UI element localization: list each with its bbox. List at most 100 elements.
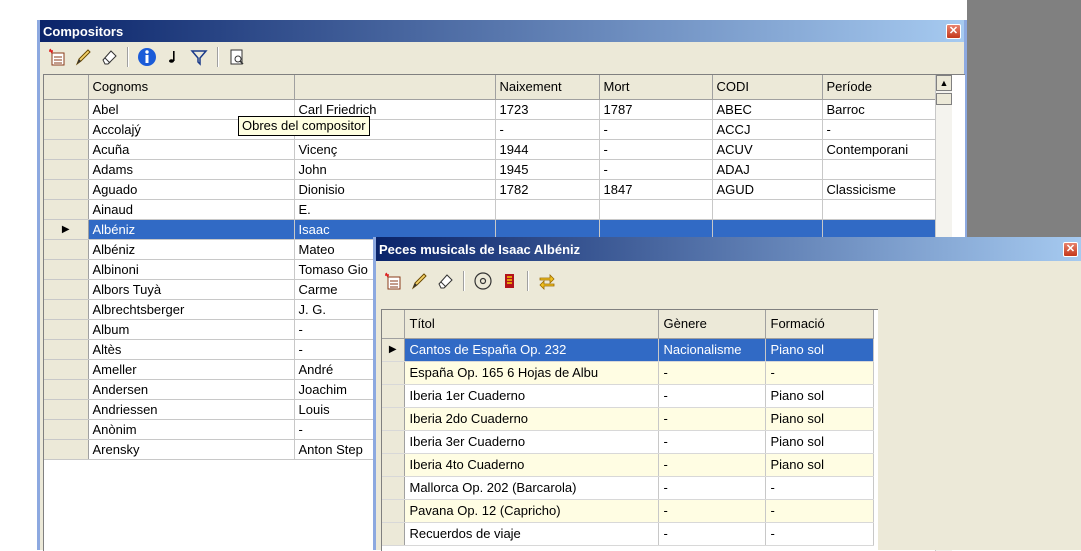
cell-cognoms[interactable]: Albéniz <box>88 219 295 240</box>
row-indicator[interactable] <box>382 522 405 546</box>
row-indicator[interactable] <box>382 407 405 431</box>
cell-formacio[interactable]: - <box>765 522 874 546</box>
cell-cognoms[interactable]: Albinoni <box>88 259 295 280</box>
column-header-titol[interactable]: Títol <box>404 310 659 339</box>
cell-titol[interactable]: España Op. 165 6 Hojas de Albu <box>404 361 659 385</box>
row-indicator[interactable] <box>44 399 89 420</box>
cell-mort[interactable]: - <box>599 139 713 160</box>
row-indicator[interactable] <box>44 99 89 120</box>
cell-codi[interactable] <box>712 199 823 220</box>
cell-formacio[interactable]: - <box>765 361 874 385</box>
cell-codi[interactable]: ADAJ <box>712 159 823 180</box>
composer-row[interactable]: AccolajýJ. B.--ACCJ- <box>44 119 936 140</box>
cell-cognoms[interactable]: Ameller <box>88 359 295 380</box>
cell-cognoms[interactable]: Acuña <box>88 139 295 160</box>
row-indicator[interactable] <box>44 439 89 460</box>
row-indicator[interactable] <box>382 499 405 523</box>
row-indicator[interactable]: ▶ <box>382 338 405 362</box>
cell-formacio[interactable]: Piano sol <box>765 430 874 454</box>
cell-cognoms[interactable]: Albrechtsberger <box>88 299 295 320</box>
row-indicator[interactable]: ▶ <box>44 219 89 240</box>
cell-titol[interactable]: Cantos de España Op. 232 <box>404 338 659 362</box>
cell-genere[interactable]: - <box>658 453 766 477</box>
row-indicator[interactable] <box>382 430 405 454</box>
cell-genere[interactable]: - <box>658 361 766 385</box>
recordings-button[interactable] <box>472 270 494 292</box>
column-header-genere[interactable]: Gènere <box>658 310 766 339</box>
cell-cognoms[interactable]: Adams <box>88 159 295 180</box>
row-indicator[interactable] <box>44 299 89 320</box>
cell-cognoms[interactable]: Albors Tuyà <box>88 279 295 300</box>
row-indicator[interactable] <box>382 361 405 385</box>
cell-formacio[interactable]: Piano sol <box>765 384 874 408</box>
cell-codi[interactable]: ABEC <box>712 99 823 120</box>
cell-genere[interactable]: - <box>658 384 766 408</box>
cell-codi[interactable]: ACUV <box>712 139 823 160</box>
cell-cognoms[interactable]: Andersen <box>88 379 295 400</box>
row-indicator[interactable] <box>44 379 89 400</box>
cell-genere[interactable]: Nacionalisme <box>658 338 766 362</box>
cell-formacio[interactable]: - <box>765 476 874 500</box>
cell-codi[interactable]: ACCJ <box>712 119 823 140</box>
cell-cognoms[interactable]: Ainaud <box>88 199 295 220</box>
pieces-grid[interactable]: Títol Gènere Formació ▶ Cantos de España … <box>381 309 878 551</box>
row-indicator[interactable] <box>44 159 89 180</box>
cell-periode[interactable]: Barroc <box>822 99 936 120</box>
cell-titol[interactable]: Iberia 4to Cuaderno <box>404 453 659 477</box>
column-header-formacio[interactable]: Formació <box>765 310 874 339</box>
row-indicator[interactable] <box>44 319 89 340</box>
cell-genere[interactable]: - <box>658 407 766 431</box>
cell-titol[interactable]: Iberia 2do Cuaderno <box>404 407 659 431</box>
piece-row[interactable]: Iberia 4to Cuaderno - Piano sol <box>382 453 874 477</box>
row-indicator[interactable] <box>44 359 89 380</box>
row-indicator[interactable] <box>382 453 405 477</box>
cell-cognoms[interactable]: Album <box>88 319 295 340</box>
cell-mort[interactable]: - <box>599 119 713 140</box>
cell-periode[interactable]: Contemporani <box>822 139 936 160</box>
cell-genere[interactable]: - <box>658 430 766 454</box>
piece-row[interactable]: España Op. 165 6 Hojas de Albu - - <box>382 361 874 385</box>
row-indicator[interactable] <box>44 179 89 200</box>
cell-periode[interactable] <box>822 199 936 220</box>
row-indicator[interactable] <box>44 239 89 260</box>
cell-genere[interactable]: - <box>658 499 766 523</box>
cell-periode[interactable]: - <box>822 119 936 140</box>
column-header-cognoms[interactable]: Cognoms <box>88 75 295 100</box>
row-indicator[interactable] <box>382 476 405 500</box>
cell-naixement[interactable] <box>495 219 600 240</box>
row-indicator[interactable] <box>382 384 405 408</box>
cell-mort[interactable]: - <box>599 159 713 180</box>
cell-naixement[interactable]: 1944 <box>495 139 600 160</box>
cell-formacio[interactable]: Piano sol <box>765 338 874 362</box>
row-indicator[interactable] <box>44 119 89 140</box>
cell-genere[interactable]: - <box>658 522 766 546</box>
cell-cognoms[interactable]: Anònim <box>88 419 295 440</box>
cell-formacio[interactable]: Piano sol <box>765 453 874 477</box>
delete-button[interactable] <box>98 46 120 68</box>
column-header-codi[interactable]: CODI <box>712 75 823 100</box>
composers-close-button[interactable]: ✕ <box>946 23 961 39</box>
scroll-up-button[interactable]: ▲ <box>936 75 952 91</box>
piece-row[interactable]: Iberia 1er Cuaderno - Piano sol <box>382 384 874 408</box>
composer-row[interactable]: Ainaud E. <box>44 199 936 220</box>
filter-button[interactable] <box>188 46 210 68</box>
cell-naixement[interactable]: - <box>495 119 600 140</box>
cell-naixement[interactable]: 1723 <box>495 99 600 120</box>
piece-row[interactable]: Iberia 2do Cuaderno - Piano sol <box>382 407 874 431</box>
new-record-button[interactable] <box>46 46 68 68</box>
cell-mort[interactable] <box>599 219 713 240</box>
piece-row[interactable]: Iberia 3er Cuaderno - Piano sol <box>382 430 874 454</box>
cell-mort[interactable]: 1787 <box>599 99 713 120</box>
cell-periode[interactable]: Classicisme <box>822 179 936 200</box>
edit-button[interactable] <box>72 46 94 68</box>
cell-cognoms[interactable]: Aguado <box>88 179 295 200</box>
row-indicator[interactable] <box>44 139 89 160</box>
pieces-title-bar[interactable]: Peces musicals de Isaac Albéniz ✕ <box>376 237 1081 261</box>
cell-cognoms[interactable]: Albéniz <box>88 239 295 260</box>
cell-formacio[interactable]: Piano sol <box>765 407 874 431</box>
composer-works-button[interactable] <box>162 46 184 68</box>
info-button[interactable] <box>136 46 158 68</box>
cell-genere[interactable]: - <box>658 476 766 500</box>
composers-title-bar[interactable]: Compositors ✕ <box>40 20 964 42</box>
cell-codi[interactable] <box>712 219 823 240</box>
